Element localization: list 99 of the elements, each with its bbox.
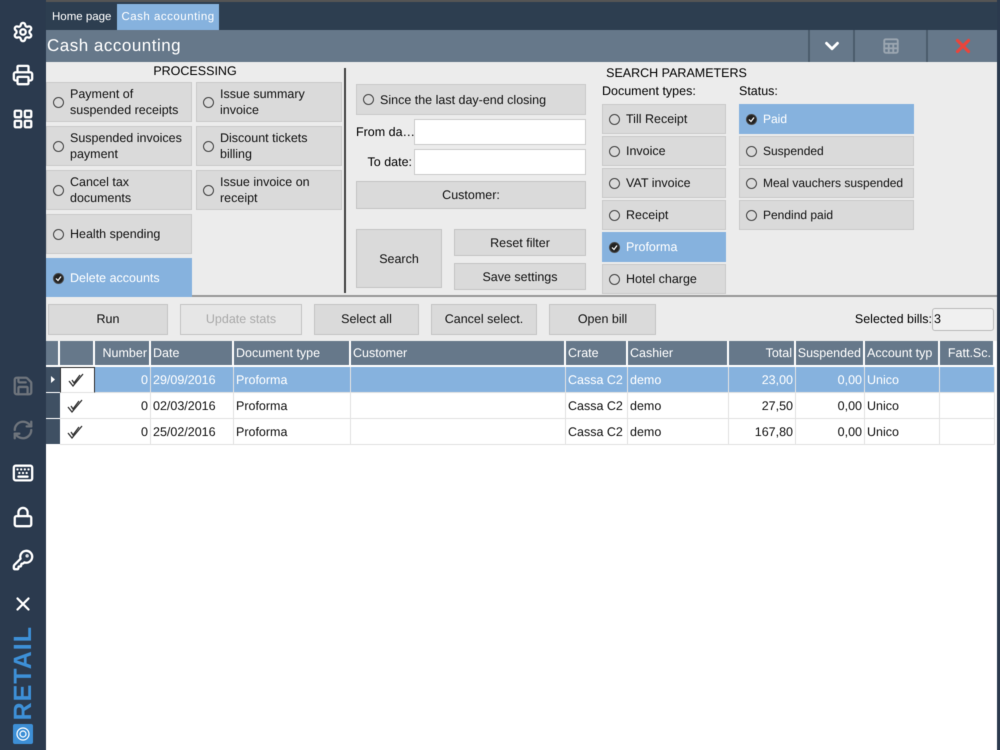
radio-option[interactable]: Discount tickets billing	[196, 126, 342, 166]
toolbar-button[interactable]: Select all	[314, 304, 419, 334]
radio-icon	[746, 114, 757, 124]
table-cell: 0,00	[796, 419, 865, 445]
date-field[interactable]	[414, 149, 586, 175]
radio-icon	[609, 242, 620, 252]
caret-icon	[51, 376, 55, 383]
radio-icon	[746, 178, 757, 188]
table-cell: 23,00	[729, 367, 796, 393]
field-label: From da…	[356, 125, 414, 139]
radio-icon	[53, 140, 64, 152]
toolbar-button[interactable]: Open bill	[549, 304, 656, 334]
table-cell: 27,50	[729, 393, 796, 419]
radio-option[interactable]: VAT invoice	[602, 168, 726, 198]
radio-icon	[746, 146, 757, 156]
radio-option[interactable]: Payment of suspended receipts	[46, 82, 192, 122]
reset-button[interactable]: Reset filter	[454, 229, 586, 256]
radio-option[interactable]: Suspended invoices payment	[46, 126, 192, 166]
table-cell: Proforma	[234, 419, 351, 445]
section-title: PROCESSING	[152, 64, 238, 78]
radio-icon	[609, 274, 620, 284]
column-header[interactable]: Fatt.Sc.	[940, 341, 995, 367]
radio-option[interactable]: Till Receipt	[602, 104, 726, 134]
column-header[interactable]: Suspended	[796, 341, 865, 367]
logo-text: RETAIL	[10, 626, 36, 720]
row-indicator[interactable]	[46, 393, 60, 419]
table-cell: demo	[628, 419, 729, 445]
table-cell: Cassa C2	[566, 419, 628, 445]
table-cell: 0	[95, 419, 151, 445]
check-icon[interactable]	[66, 424, 84, 440]
table-cell: Cassa C2	[566, 367, 628, 393]
search-button[interactable]: Search	[356, 229, 442, 288]
row-indicator[interactable]	[46, 367, 60, 393]
radio-icon	[203, 184, 214, 196]
column-header[interactable]: Account typ	[865, 341, 940, 367]
radio-option[interactable]: Pendind paid	[739, 200, 914, 230]
count-field[interactable]: 3	[932, 308, 994, 330]
row-indicator[interactable]	[46, 419, 60, 445]
table-cell: 0	[95, 367, 151, 393]
table-cell	[940, 367, 995, 393]
table-cell: Proforma	[234, 367, 351, 393]
table-cell: 29/09/2016	[151, 367, 234, 393]
radio-option[interactable]: Hotel charge	[602, 264, 726, 294]
column-header[interactable]: Document type	[234, 341, 351, 367]
toolbar-button[interactable]: Run	[48, 304, 168, 334]
radio-option[interactable]: Cancel tax documents	[46, 170, 192, 210]
column-header[interactable]: Date	[151, 341, 234, 367]
customer-button[interactable]: Customer:	[356, 181, 586, 209]
table-cell: 0,00	[796, 367, 865, 393]
check-icon[interactable]	[66, 398, 84, 414]
table-cell: 02/03/2016	[151, 393, 234, 419]
table-cell: Cassa C2	[566, 393, 628, 419]
table-cell: Unico	[865, 393, 940, 419]
radio-option[interactable]: Receipt	[602, 200, 726, 230]
column-header[interactable]: Crate	[566, 341, 628, 367]
radio-icon	[609, 114, 620, 124]
window-title: Cash accounting	[46, 36, 182, 56]
radio-icon	[609, 146, 620, 156]
table-cell: Proforma	[234, 393, 351, 419]
table-cell: demo	[628, 367, 729, 393]
table-cell: 0	[95, 393, 151, 419]
column-header[interactable]: Cashier	[628, 341, 729, 367]
table-cell: demo	[628, 393, 729, 419]
radio-option[interactable]: Health spending	[46, 214, 192, 254]
radio-option[interactable]: Invoice	[602, 136, 726, 166]
date-field[interactable]	[414, 119, 586, 145]
radio-option[interactable]: Issue summary invoice	[196, 82, 342, 122]
tab[interactable]: Home page	[48, 4, 116, 30]
table-cell: Unico	[865, 419, 940, 445]
radio-icon	[53, 228, 64, 240]
save-button[interactable]: Save settings	[454, 263, 586, 290]
column-header[interactable]: Number	[95, 341, 151, 367]
radio-icon	[203, 140, 214, 152]
group-label: Status:	[739, 84, 779, 100]
radio-icon	[609, 210, 620, 220]
radio-option[interactable]: Issue invoice on receipt	[196, 170, 342, 210]
table-cell: 25/02/2016	[151, 419, 234, 445]
field-label: To date:	[366, 155, 413, 169]
radio-option[interactable]: Meal vauchers suspended	[739, 168, 914, 198]
radio-icon	[53, 184, 64, 196]
section-title: SEARCH PARAMETERS	[605, 66, 748, 82]
column-header[interactable]: Total	[729, 341, 796, 367]
table-cell: 0,00	[796, 393, 865, 419]
table-cell: Unico	[865, 367, 940, 393]
group-label: Document types:	[602, 84, 697, 100]
radio-icon	[203, 96, 214, 108]
spreadsheet-icon	[882, 37, 900, 55]
radio-icon	[609, 178, 620, 188]
table-cell: 167,80	[729, 419, 796, 445]
toolbar-button[interactable]: Cancel select.	[431, 304, 537, 334]
radio-icon	[363, 94, 374, 105]
column-header[interactable]: Customer	[351, 341, 566, 367]
radio-icon	[53, 96, 64, 108]
radio-icon	[53, 272, 64, 284]
field-label: Selected bills:	[854, 312, 932, 326]
radio-option[interactable]: Suspended	[739, 136, 914, 166]
radio-icon	[746, 210, 757, 220]
radio-option[interactable]: Since the last day-end closing	[356, 84, 586, 115]
check-icon[interactable]	[67, 372, 85, 388]
